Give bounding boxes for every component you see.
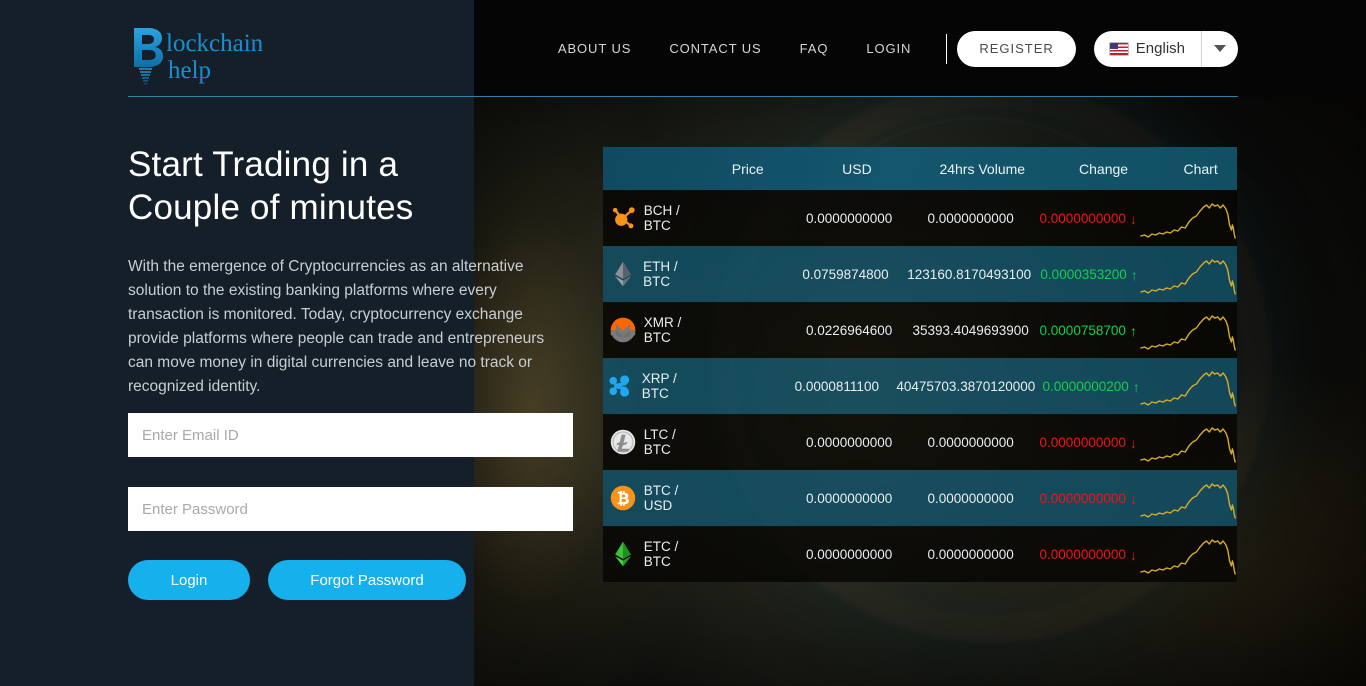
- cell-pair: LTC / BTC: [643, 427, 676, 457]
- language-current[interactable]: English: [1094, 30, 1202, 67]
- cell-volume: 0.0000000000: [927, 434, 1014, 450]
- table-row[interactable]: BCH / BTC 0.0000000000 0.0000000000 0.00…: [603, 190, 1237, 246]
- xmr-icon: [603, 316, 644, 344]
- email-field[interactable]: [128, 413, 573, 457]
- chevron-down-icon[interactable]: [1202, 31, 1238, 67]
- cell-pair: ETH / BTC: [643, 259, 678, 289]
- cell-sparkline-chart[interactable]: [1147, 192, 1237, 244]
- table-row[interactable]: BTC / USD 0.0000000000 0.0000000000 0.00…: [603, 470, 1237, 526]
- cell-sparkline-chart[interactable]: [1147, 416, 1237, 468]
- arrow-down-icon: ↓: [1129, 490, 1137, 507]
- cell-change: 0.0000000000 ↓: [1039, 434, 1137, 451]
- market-table: Price USD 24hrs Volume Change Chart BCH …: [603, 147, 1237, 582]
- cell-change: 0.0000000000 ↓: [1039, 490, 1137, 507]
- etc-icon: [603, 540, 644, 568]
- arrow-down-icon: ↓: [1129, 210, 1137, 227]
- cell-volume: 0.0000000000: [927, 546, 1014, 562]
- header-chart: Chart: [1183, 160, 1218, 177]
- arrow-up-icon: ↑: [1132, 378, 1140, 395]
- site-header: lockchain help ABOUT US CONTACT US FAQ L…: [0, 0, 1366, 97]
- cell-usd: 0.0000000000: [805, 434, 893, 450]
- cell-volume: 40475703.3870120000: [896, 378, 1036, 394]
- table-row[interactable]: XMR / BTC 0.0226964600 35393.4049693900 …: [603, 302, 1237, 358]
- arrow-up-icon: ↑: [1129, 322, 1137, 339]
- cell-change: 0.0000000000 ↓: [1039, 210, 1137, 227]
- brand-text-line2: help: [168, 57, 211, 84]
- table-row[interactable]: ETH / BTC 0.0759874800 123160.8170493100…: [603, 246, 1237, 302]
- us-flag-icon: [1109, 42, 1128, 55]
- cell-change: 0.0000353200 ↑: [1040, 266, 1138, 283]
- ltc-icon: [603, 428, 644, 456]
- register-button[interactable]: REGISTER: [957, 30, 1076, 67]
- cell-pair: BTC / USD: [643, 483, 679, 513]
- cell-usd: 0.0000000000: [805, 490, 893, 506]
- cell-change: 0.0000000200 ↑: [1042, 378, 1140, 395]
- nav-login[interactable]: LOGIN: [847, 0, 930, 97]
- cell-volume: 0.0000000000: [927, 490, 1014, 506]
- page-title: Start Trading in a Couple of minutes: [128, 145, 414, 227]
- cell-pair: XRP / BTC: [641, 371, 677, 401]
- password-field[interactable]: [128, 487, 573, 531]
- header-usd: USD: [842, 160, 872, 177]
- nav-divider: [946, 33, 948, 64]
- forgot-password-button[interactable]: Forgot Password: [268, 560, 466, 600]
- table-header-row: Price USD 24hrs Volume Change Chart: [603, 147, 1237, 190]
- bch-icon: [603, 204, 644, 232]
- cell-pair: BCH / BTC: [643, 203, 680, 233]
- cell-volume: 35393.4049693900: [912, 322, 1029, 338]
- nav-about-us[interactable]: ABOUT US: [539, 0, 650, 97]
- cell-sparkline-chart[interactable]: [1147, 472, 1237, 524]
- eth-icon: [603, 260, 643, 288]
- header-price: Price: [731, 160, 764, 177]
- table-row[interactable]: LTC / BTC 0.0000000000 0.0000000000 0.00…: [603, 414, 1237, 470]
- main-navigation: ABOUT US CONTACT US FAQ LOGIN REGISTER E…: [539, 0, 1238, 97]
- cell-volume: 123160.8170493100: [907, 266, 1032, 282]
- cell-sparkline-chart[interactable]: [1147, 528, 1237, 580]
- hero-paragraph: With the emergence of Cryptocurrencies a…: [128, 258, 545, 395]
- table-body: BCH / BTC 0.0000000000 0.0000000000 0.00…: [603, 190, 1237, 582]
- cell-usd: 0.0226964600: [805, 322, 893, 338]
- xrp-icon: [603, 372, 642, 400]
- cell-sparkline-chart[interactable]: [1147, 248, 1237, 300]
- arrow-up-icon: ↑: [1130, 266, 1138, 283]
- cell-change: 0.0000758700 ↑: [1039, 322, 1137, 339]
- cell-pair: ETC / BTC: [643, 539, 679, 569]
- page-root: lockchain help ABOUT US CONTACT US FAQ L…: [0, 0, 1366, 686]
- cell-usd: 0.0000000000: [805, 546, 893, 562]
- table-row[interactable]: XRP / BTC 0.0000811100 40475703.38701200…: [603, 358, 1237, 414]
- header-change: Change: [1079, 160, 1129, 177]
- hero-section: Start Trading in a Couple of minutes Wit…: [128, 143, 580, 399]
- brand-text-line1: lockchain: [166, 30, 264, 57]
- cell-sparkline-chart[interactable]: [1147, 360, 1237, 412]
- header-volume: 24hrs Volume: [939, 160, 1026, 177]
- header-bottom-rule: [128, 96, 1238, 97]
- btc-icon: [603, 484, 644, 512]
- cell-usd: 0.0000811100: [794, 378, 879, 394]
- cell-change: 0.0000000000 ↓: [1039, 546, 1137, 563]
- arrow-down-icon: ↓: [1129, 546, 1137, 563]
- nav-contact-us[interactable]: CONTACT US: [650, 0, 780, 97]
- language-label: English: [1135, 40, 1185, 57]
- nav-faq[interactable]: FAQ: [781, 0, 848, 97]
- arrow-down-icon: ↓: [1129, 434, 1137, 451]
- cell-usd: 0.0000000000: [805, 210, 893, 226]
- cell-volume: 0.0000000000: [927, 210, 1014, 226]
- cell-usd: 0.0759874800: [802, 266, 889, 282]
- cell-sparkline-chart[interactable]: [1147, 304, 1237, 356]
- cell-pair: XMR / BTC: [643, 315, 682, 345]
- login-button[interactable]: Login: [128, 560, 250, 600]
- table-row[interactable]: ETC / BTC 0.0000000000 0.0000000000 0.00…: [603, 526, 1237, 582]
- brand-logo[interactable]: lockchain help: [128, 24, 278, 86]
- login-form: Login Forgot Password: [128, 413, 573, 600]
- language-selector[interactable]: English: [1093, 30, 1238, 67]
